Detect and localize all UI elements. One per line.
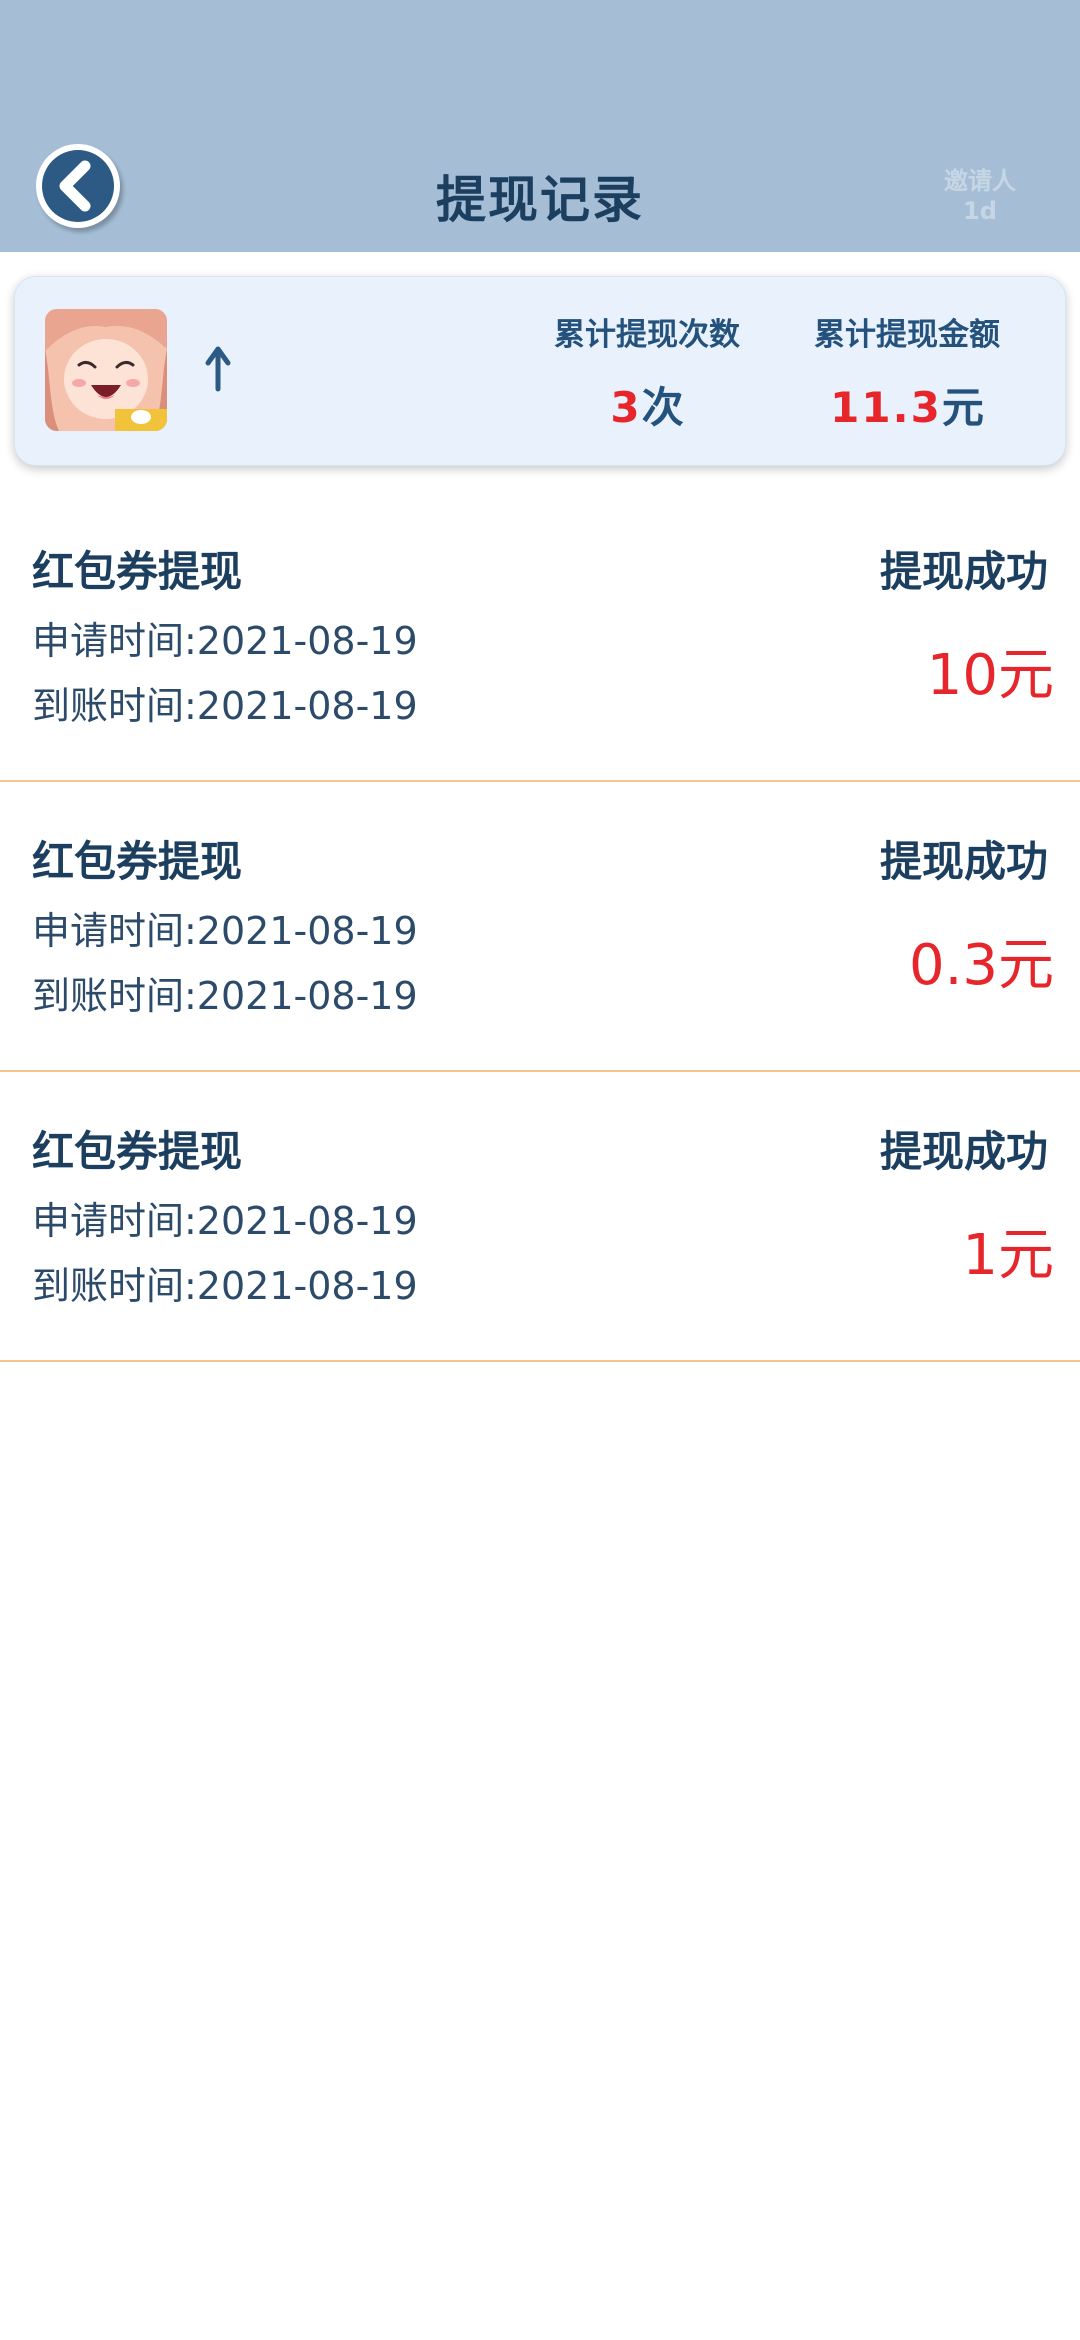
withdraw-record[interactable]: 红包券提现 提现成功 申请时间:2021-08-19 到账时间:2021-08-… xyxy=(0,490,1080,782)
inviter-info[interactable]: 邀请人 1d xyxy=(910,166,1050,226)
inviter-label: 邀请人 xyxy=(944,167,1016,195)
inviter-value: 1d xyxy=(963,197,997,225)
up-arrow-icon xyxy=(205,346,231,392)
record-apply-time: 申请时间:2021-08-19 xyxy=(32,1199,418,1243)
amount-unit: 元 xyxy=(941,383,984,432)
record-amount: 0.3元 xyxy=(908,933,1054,998)
record-apply-time: 申请时间:2021-08-19 xyxy=(32,909,418,953)
record-arrive-time: 到账时间:2021-08-19 xyxy=(32,684,418,728)
count-number: 3 xyxy=(610,383,642,432)
record-apply-time: 申请时间:2021-08-19 xyxy=(32,619,418,663)
record-amount: 1元 xyxy=(962,1223,1054,1288)
amount-label: 累计提现金额 xyxy=(814,317,1000,353)
record-arrive-time: 到账时间:2021-08-19 xyxy=(32,974,418,1018)
record-amount: 10元 xyxy=(926,643,1054,708)
amount-value: 11.3元 xyxy=(787,374,1027,435)
count-unit: 次 xyxy=(641,383,684,432)
header-bar: 提现记录 邀请人 1d xyxy=(0,0,1080,252)
avatar-image xyxy=(45,309,167,431)
summary-card: 累计提现次数 3次 累计提现金额 11.3元 xyxy=(14,276,1066,466)
total-withdraw-count: 累计提现次数 3次 xyxy=(527,309,767,435)
total-withdraw-amount: 累计提现金额 11.3元 xyxy=(787,309,1027,435)
record-type: 红包券提现 xyxy=(32,837,243,886)
count-label: 累计提现次数 xyxy=(554,317,740,353)
record-type: 红包券提现 xyxy=(32,547,243,596)
count-value: 3次 xyxy=(527,374,767,435)
record-type: 红包券提现 xyxy=(32,1127,243,1176)
avatar xyxy=(45,309,167,431)
amount-number: 11.3 xyxy=(830,383,942,432)
record-status: 提现成功 xyxy=(879,837,1048,886)
record-status: 提现成功 xyxy=(879,547,1048,596)
withdraw-record[interactable]: 红包券提现 提现成功 申请时间:2021-08-19 到账时间:2021-08-… xyxy=(0,1070,1080,1362)
withdraw-record[interactable]: 红包券提现 提现成功 申请时间:2021-08-19 到账时间:2021-08-… xyxy=(0,780,1080,1072)
record-status: 提现成功 xyxy=(879,1127,1048,1176)
record-arrive-time: 到账时间:2021-08-19 xyxy=(32,1264,418,1308)
